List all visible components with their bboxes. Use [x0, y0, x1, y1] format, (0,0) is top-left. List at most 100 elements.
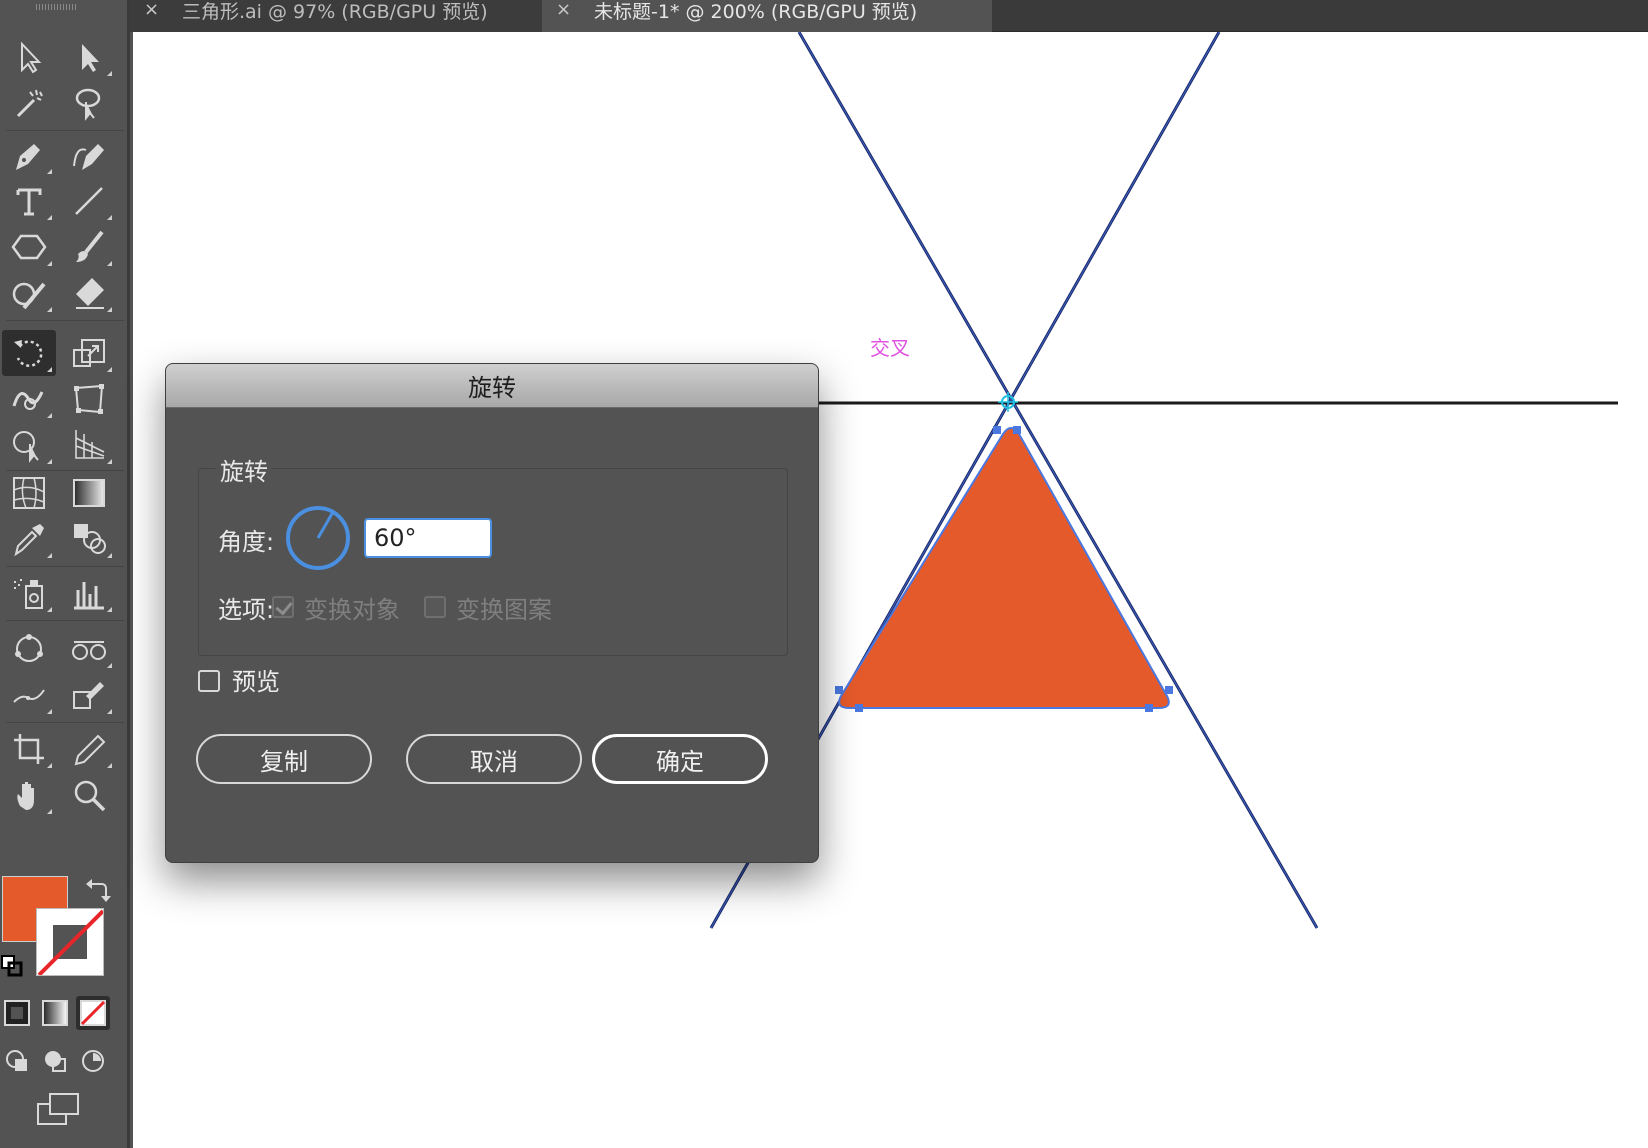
pen-icon	[16, 144, 40, 170]
panel-grip[interactable]	[36, 4, 76, 10]
selection-tool[interactable]	[2, 34, 56, 80]
lasso-tool[interactable]	[62, 80, 116, 126]
line-segment-tool[interactable]	[62, 178, 116, 224]
preview-label: 预览	[232, 668, 280, 696]
pencil-tool[interactable]	[62, 726, 116, 772]
rotate-tool[interactable]	[2, 330, 56, 376]
free-transform-tool[interactable]	[62, 376, 116, 422]
column-graph-icon	[74, 582, 104, 610]
rotate-dialog: 旋转 旋转 角度: 选项: 变换对象 变换图案 预览 复制 取消 确定	[165, 363, 819, 863]
preview-checkbox[interactable]	[198, 670, 220, 692]
tab-title: 未标题-1* @ 200% (RGB/GPU 预览)	[594, 0, 918, 23]
eraser-tool[interactable]	[62, 270, 116, 316]
selection-arrow-icon	[21, 41, 42, 74]
warp-tool[interactable]	[2, 376, 56, 422]
document-tab-2[interactable]: × 未标题-1* @ 200% (RGB/GPU 预览)	[542, 0, 992, 32]
eyedropper-icon	[14, 524, 44, 557]
paintbrush-icon	[76, 230, 104, 262]
none-icon	[80, 1000, 106, 1026]
line-icon	[75, 187, 103, 215]
symbol-sprayer-tool[interactable]	[2, 570, 56, 616]
symbol-sprayer-icon	[14, 579, 43, 609]
type-icon	[16, 188, 42, 216]
shaper-icon	[12, 282, 46, 310]
free-transform-icon	[74, 384, 104, 414]
width-tool[interactable]	[62, 626, 116, 672]
draw-inside-icon	[82, 1050, 104, 1072]
smooth-tool[interactable]	[2, 672, 56, 718]
group-label: 旋转	[216, 452, 272, 487]
close-icon[interactable]: ×	[144, 1, 162, 19]
artboard-icon	[14, 734, 44, 764]
transform-patterns-checkbox[interactable]	[424, 596, 446, 618]
scale-tool[interactable]	[62, 330, 116, 376]
angle-label: 角度:	[218, 528, 275, 556]
perspective-grid-tool[interactable]	[62, 422, 116, 468]
swap-fill-stroke-icon[interactable]	[84, 876, 112, 904]
paintbrush-tool[interactable]	[62, 224, 116, 270]
mesh-icon	[13, 477, 45, 509]
eraser-icon	[76, 278, 104, 309]
close-icon[interactable]: ×	[556, 1, 574, 19]
draw-normal-icon	[6, 1050, 27, 1071]
draw-behind-icon	[45, 1051, 66, 1072]
transform-patterns-label: 变换图案	[456, 596, 552, 624]
angle-dial-icon[interactable]	[284, 504, 352, 572]
pen-tool[interactable]	[2, 132, 56, 178]
shape-builder-tool[interactable]	[2, 422, 56, 468]
none-slash-icon	[37, 909, 103, 975]
hand-tool[interactable]	[2, 772, 56, 818]
hand-icon	[17, 782, 34, 810]
color-icon	[4, 1000, 30, 1026]
live-paint-icon	[73, 682, 104, 709]
puppet-warp-tool[interactable]	[2, 626, 56, 672]
pencil-icon	[74, 734, 106, 766]
draw-normal-button[interactable]	[0, 1044, 34, 1078]
tools-panel	[0, 0, 130, 1148]
document-tab-1[interactable]: × 三角形.ai @ 97% (RGB/GPU 预览)	[130, 0, 542, 32]
ok-button[interactable]: 确定	[592, 734, 768, 784]
blend-icon	[74, 524, 106, 554]
none-mode-button[interactable]	[76, 996, 110, 1030]
default-fill-stroke-icon[interactable]	[0, 954, 24, 978]
orange-triangle[interactable]	[838, 427, 1170, 709]
artboard-tool[interactable]	[2, 726, 56, 772]
color-mode-button[interactable]	[0, 996, 34, 1030]
cancel-button[interactable]: 取消	[406, 734, 582, 784]
magic-wand-icon	[16, 89, 43, 118]
live-paint-tool[interactable]	[62, 672, 116, 718]
document-tab-bar: × 三角形.ai @ 97% (RGB/GPU 预览) × 未标题-1* @ 2…	[130, 0, 1648, 32]
column-graph-tool[interactable]	[62, 570, 116, 616]
eyedropper-tool[interactable]	[2, 516, 56, 562]
copy-button[interactable]: 复制	[196, 734, 372, 784]
polygon-tool[interactable]	[2, 224, 56, 270]
direct-selection-tool[interactable]	[62, 34, 116, 80]
dialog-title: 旋转	[468, 374, 516, 402]
dialog-titlebar[interactable]: 旋转	[166, 364, 818, 408]
transform-objects-checkbox[interactable]	[272, 596, 294, 618]
draw-behind-button[interactable]	[38, 1044, 72, 1078]
type-tool[interactable]	[2, 178, 56, 224]
gradient-tool[interactable]	[62, 470, 116, 516]
options-label: 选项:	[218, 596, 275, 624]
screen-mode-icon[interactable]	[36, 1092, 80, 1126]
rotate-icon	[14, 340, 43, 367]
draw-inside-button[interactable]	[76, 1044, 110, 1078]
gradient-swatch-icon	[42, 1000, 68, 1026]
magic-wand-tool[interactable]	[2, 80, 56, 126]
tab-title: 三角形.ai @ 97% (RGB/GPU 预览)	[182, 0, 488, 23]
smart-guide-label: 交叉	[870, 336, 910, 360]
smooth-icon	[13, 689, 45, 703]
shaper-tool[interactable]	[2, 270, 56, 316]
angle-input[interactable]	[364, 518, 492, 558]
transform-objects-label: 变换对象	[304, 596, 400, 624]
gradient-mode-button[interactable]	[38, 996, 72, 1030]
stroke-color-swatch[interactable]	[36, 908, 104, 976]
curvature-icon	[73, 144, 104, 170]
zoom-tool[interactable]	[62, 772, 116, 818]
warp-icon	[12, 391, 44, 410]
mesh-tool[interactable]	[2, 470, 56, 516]
polygon-icon	[11, 234, 47, 260]
blend-tool[interactable]	[62, 516, 116, 562]
curvature-tool[interactable]	[62, 132, 116, 178]
